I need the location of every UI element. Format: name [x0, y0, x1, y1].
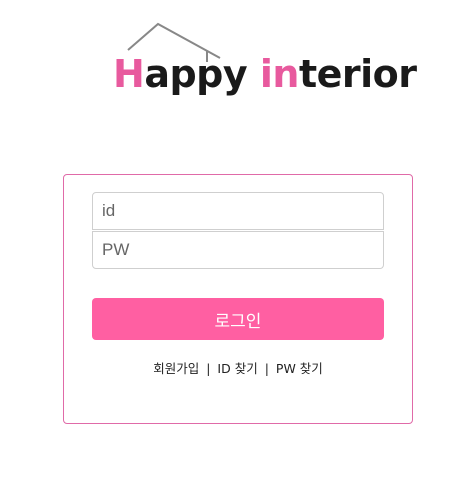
find-id-link[interactable]: ID 찾기 [217, 361, 257, 376]
login-page: Happy interior 로그인 회원가입 | ID 찾기 | PW 찾기 [0, 0, 469, 477]
account-links: 회원가입 | ID 찾기 | PW 찾기 [64, 358, 412, 377]
link-separator: | [206, 361, 211, 376]
logo-text: Happy interior [113, 55, 417, 93]
login-form-box: 로그인 회원가입 | ID 찾기 | PW 찾기 [63, 174, 413, 424]
find-pw-link[interactable]: PW 찾기 [276, 361, 323, 376]
logo-word-happy: appy [144, 52, 260, 96]
id-input[interactable] [92, 192, 384, 230]
login-button[interactable]: 로그인 [92, 298, 384, 340]
logo-word-terior: terior [298, 52, 417, 96]
happy-interior-logo: Happy interior [110, 20, 417, 104]
logo-accent: in [259, 52, 300, 96]
signup-link[interactable]: 회원가입 [153, 361, 199, 376]
password-input[interactable] [92, 231, 384, 269]
logo-initial: H [113, 52, 145, 96]
link-separator: | [264, 361, 269, 376]
